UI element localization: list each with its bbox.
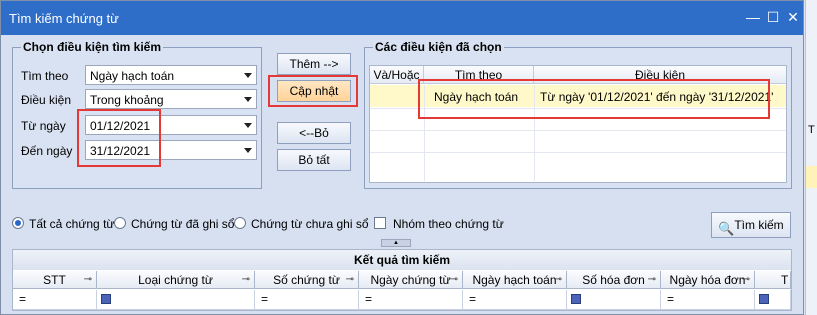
- condition-select[interactable]: Trong khoảng: [85, 89, 257, 109]
- equals-icon: =: [19, 292, 27, 306]
- update-button-highlight: [268, 75, 358, 107]
- window-title: Tìm kiếm chứng từ: [9, 11, 119, 26]
- chevron-down-icon: [244, 73, 252, 78]
- col-doc-date-label: Ngày chứng từ: [370, 273, 451, 287]
- all-docs-label: Tất cả chứng từ: [29, 217, 115, 231]
- col-t-label: T: [781, 273, 789, 287]
- equals-icon: =: [365, 292, 373, 306]
- search-button[interactable]: 🔍 Tìm kiếm: [711, 212, 791, 238]
- selected-group-title: Các điều kiện đã chọn: [373, 40, 504, 54]
- filter-group-title: Chọn điều kiện tìm kiếm: [21, 40, 164, 54]
- date-range-highlight: [77, 109, 161, 167]
- chevron-down-icon: [244, 123, 252, 128]
- search-button-label: Tìm kiếm: [734, 218, 784, 232]
- col-and-or[interactable]: Và/Hoặc: [370, 66, 424, 84]
- from-date-label: Từ ngày: [21, 119, 66, 133]
- results-col-doc-no[interactable]: Số chứng từ ⊸: [255, 271, 359, 289]
- pin-icon[interactable]: ⊸: [742, 271, 750, 289]
- posted-docs-label: Chứng từ đã ghi sổ: [131, 217, 235, 231]
- close-icon[interactable]: ✕: [785, 9, 801, 25]
- equals-icon: =: [667, 292, 675, 306]
- filter-cell-doc-date[interactable]: =: [359, 290, 463, 310]
- pin-icon[interactable]: ⊸: [346, 271, 354, 289]
- background-highlight-strip: [806, 166, 817, 188]
- filter-cell-doc-no[interactable]: =: [255, 290, 359, 310]
- search-documents-window: Tìm kiếm chứng từ — ☐ ✕ Chọn điều kiện t…: [0, 0, 804, 315]
- unposted-docs-label: Chứng từ chưa ghi sổ: [251, 217, 369, 231]
- equals-icon: =: [469, 292, 477, 306]
- add-condition-button[interactable]: Thêm -->: [277, 53, 351, 75]
- pin-icon[interactable]: ⊸: [450, 271, 458, 289]
- search-by-value: Ngày hạch toán: [90, 69, 175, 83]
- background-app-edge: T: [805, 0, 817, 315]
- results-col-invoice-date[interactable]: Ngày hóa đơn ⊸: [661, 271, 755, 289]
- radio-posted-docs[interactable]: [114, 217, 126, 229]
- to-date-label: Đến ngày: [21, 144, 73, 158]
- results-col-doc-date[interactable]: Ngày chứng từ ⊸: [359, 271, 463, 289]
- selected-row-highlight: [418, 79, 770, 119]
- minimize-icon[interactable]: —: [745, 9, 761, 25]
- col-post-date-label: Ngày hạch toán: [472, 273, 557, 287]
- filter-cell-doc-type[interactable]: [97, 290, 255, 310]
- results-col-stt[interactable]: STT ⊸: [13, 271, 97, 289]
- group-by-doc-label: Nhóm theo chứng từ: [393, 217, 504, 231]
- splitter-handle[interactable]: ▲: [381, 239, 411, 247]
- clear-all-button[interactable]: Bỏ tất: [277, 149, 351, 171]
- radio-all-docs[interactable]: [12, 217, 24, 229]
- remove-condition-button[interactable]: <--Bỏ: [277, 122, 351, 144]
- filter-icon: [571, 294, 581, 304]
- search-icon: 🔍: [718, 221, 735, 236]
- chevron-down-icon: [244, 148, 252, 153]
- results-title: Kết quả tìm kiếm: [13, 250, 791, 270]
- results-col-invoice-no[interactable]: Số hóa đơn ⊸: [567, 271, 661, 289]
- background-letter-t: T: [808, 124, 815, 136]
- condition-label: Điều kiện: [21, 93, 72, 107]
- title-bar: Tìm kiếm chứng từ — ☐ ✕: [1, 1, 803, 35]
- radio-unposted-docs[interactable]: [234, 217, 246, 229]
- col-doc-type-label: Loại chứng từ: [138, 273, 213, 287]
- col-doc-no-label: Số chứng từ: [273, 273, 340, 287]
- group-by-doc-checkbox[interactable]: [374, 217, 386, 229]
- filter-cell-invoice-date[interactable]: =: [661, 290, 755, 310]
- results-col-t[interactable]: T: [755, 271, 791, 289]
- pin-icon[interactable]: ⊸: [242, 271, 250, 289]
- pin-icon[interactable]: ⊸: [84, 271, 92, 289]
- pin-icon[interactable]: ⊸: [554, 271, 562, 289]
- filter-cell-stt[interactable]: =: [13, 290, 97, 310]
- col-stt-label: STT: [43, 273, 66, 287]
- search-by-select[interactable]: Ngày hạch toán: [85, 65, 257, 85]
- filter-cell-invoice-no[interactable]: [567, 290, 661, 310]
- equals-icon: =: [261, 292, 269, 306]
- filter-cell-t[interactable]: [755, 290, 791, 310]
- col-invoice-date-label: Ngày hóa đơn: [669, 273, 746, 287]
- condition-value: Trong khoảng: [90, 93, 164, 107]
- col-invoice-no-label: Số hóa đơn: [582, 273, 645, 287]
- filter-cell-post-date[interactable]: =: [463, 290, 567, 310]
- pin-icon[interactable]: ⊸: [648, 271, 656, 289]
- filter-icon: [759, 294, 769, 304]
- search-by-label: Tìm theo: [21, 69, 69, 83]
- results-col-doc-type[interactable]: Loại chứng từ ⊸: [97, 271, 255, 289]
- chevron-down-icon: [244, 97, 252, 102]
- results-col-post-date[interactable]: Ngày hạch toán ⊸: [463, 271, 567, 289]
- maximize-icon[interactable]: ☐: [765, 9, 781, 25]
- filter-icon: [101, 294, 111, 304]
